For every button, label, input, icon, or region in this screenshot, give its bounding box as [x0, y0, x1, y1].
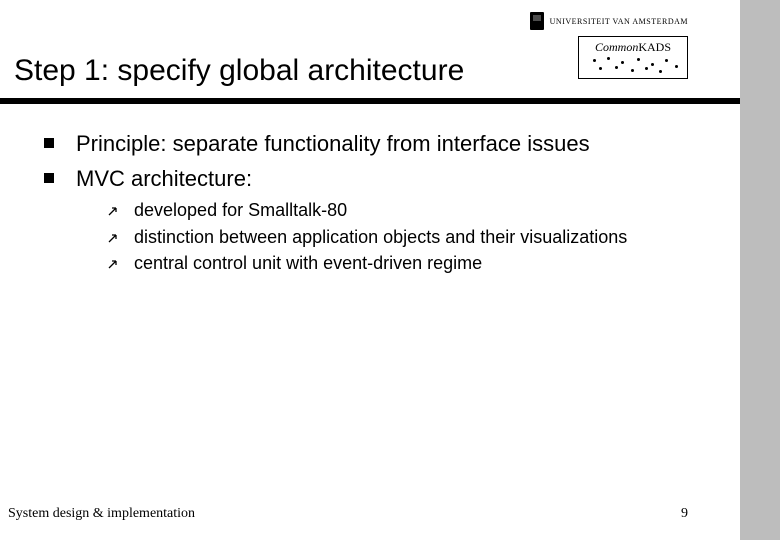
commonkads-prefix: Common	[595, 40, 638, 54]
bullet-square-icon	[44, 173, 54, 183]
list-item: MVC architecture:	[44, 165, 688, 194]
dots-graphic	[585, 57, 681, 75]
university-name: UNIVERSITEIT VAN AMSTERDAM	[550, 17, 688, 26]
arrow-icon	[108, 231, 120, 243]
commonkads-text: CommonKADS	[585, 40, 681, 55]
slide-title: Step 1: specify global architecture	[14, 54, 464, 88]
title-underline	[0, 98, 740, 104]
page-number: 9	[681, 506, 688, 522]
sub-bullet-text: distinction between application objects …	[134, 226, 627, 249]
footer-title: System design & implementation	[8, 506, 195, 522]
sub-bullet-text: central control unit with event-driven r…	[134, 252, 482, 275]
bullet-text: Principle: separate functionality from i…	[76, 130, 590, 159]
sub-list: developed for Smalltalk-80 distinction b…	[108, 199, 688, 275]
slide-content: Principle: separate functionality from i…	[44, 130, 688, 278]
list-item: developed for Smalltalk-80	[108, 199, 688, 222]
list-item: distinction between application objects …	[108, 226, 688, 249]
side-stripe	[740, 0, 780, 540]
sub-bullet-text: developed for Smalltalk-80	[134, 199, 347, 222]
crest-icon	[530, 12, 544, 30]
arrow-icon	[108, 257, 120, 269]
list-item: central control unit with event-driven r…	[108, 252, 688, 275]
footer: System design & implementation 9	[8, 506, 688, 522]
university-logo: UNIVERSITEIT VAN AMSTERDAM	[530, 12, 688, 30]
commonkads-suffix: KADS	[638, 40, 671, 54]
bullet-square-icon	[44, 138, 54, 148]
slide: UNIVERSITEIT VAN AMSTERDAM CommonKADS	[0, 0, 740, 540]
arrow-icon	[108, 204, 120, 216]
list-item: Principle: separate functionality from i…	[44, 130, 688, 159]
bullet-text: MVC architecture:	[76, 165, 252, 194]
header-logos: UNIVERSITEIT VAN AMSTERDAM CommonKADS	[530, 12, 688, 79]
commonkads-logo: CommonKADS	[578, 36, 688, 79]
